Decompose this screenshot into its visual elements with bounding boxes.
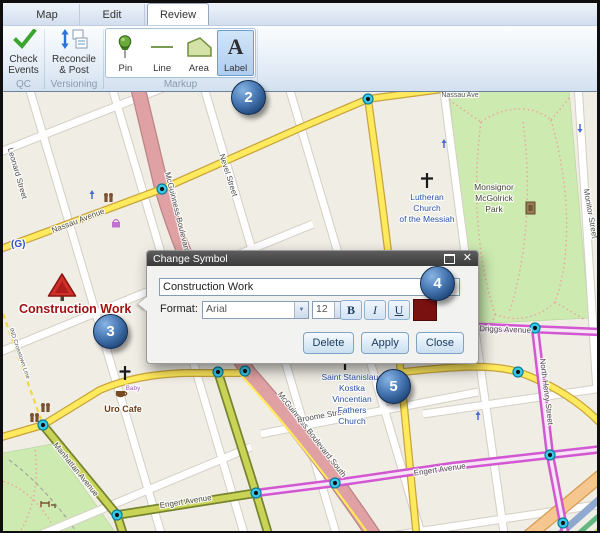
polygon-icon (184, 31, 214, 63)
line-tool-button[interactable]: Line (144, 30, 181, 76)
park-label: Park (485, 204, 503, 214)
poi-label: Church (413, 203, 441, 213)
label-text-input[interactable] (159, 278, 460, 296)
street-label: Nassau Ave (441, 92, 478, 99)
line-label: Line (153, 63, 171, 74)
tab-map[interactable]: Map (15, 4, 80, 25)
versioning-group-label: Versioning (51, 78, 98, 91)
close-icon[interactable]: ✕ (463, 253, 472, 264)
area-label: Area (189, 63, 209, 74)
check-events-label: Check Events (5, 55, 43, 76)
markup-group: Pin Line Area A Label (104, 26, 257, 91)
line-icon (148, 31, 176, 63)
callout-step-3: 3 (93, 314, 128, 349)
reconcile-post-label: Reconcile & Post (48, 55, 100, 76)
poi-label: Baby (126, 385, 142, 392)
poi-label: Fathers (338, 405, 367, 415)
apply-button[interactable]: Apply (361, 332, 409, 354)
poi-label: of the Messiah (399, 214, 455, 224)
tab-edit[interactable]: Edit (80, 4, 145, 25)
close-button[interactable]: Close (416, 332, 464, 354)
tab-review[interactable]: Review (147, 3, 209, 25)
poi-label: Church (338, 416, 366, 426)
dialog-pointer (138, 297, 147, 311)
pushpin-icon (113, 31, 137, 63)
format-label: Format: (160, 303, 198, 315)
font-family-value: Arial (203, 302, 294, 318)
ribbon: Map Edit Review Check Events QC (3, 3, 597, 91)
reconcile-post-button[interactable]: Reconcile & Post (48, 26, 100, 78)
street-label: Driggs Avenue (479, 324, 532, 335)
green-checkmark-icon (9, 29, 39, 54)
callout-step-4: 4 (420, 266, 455, 301)
poi-label: Kostka (339, 383, 365, 393)
bold-button[interactable]: B (340, 300, 362, 320)
text-color-swatch[interactable] (413, 299, 437, 321)
qc-group-label: QC (16, 78, 31, 91)
poi-label: Uro Cafe (104, 404, 142, 414)
markup-panel: Pin Line Area A Label (105, 28, 256, 78)
reconcile-versions-icon (58, 29, 90, 54)
underline-button[interactable]: U (388, 300, 410, 320)
letter-a-icon: A (228, 31, 244, 63)
font-size-value: 12 (313, 302, 334, 318)
poi-label: Saint Stanislaus (322, 372, 383, 382)
maximize-icon[interactable] (444, 254, 455, 264)
callout-step-2: 2 (231, 80, 266, 115)
delete-button[interactable]: Delete (303, 332, 355, 354)
dialog-title-bar: Change Symbol ✕ (147, 251, 478, 266)
check-events-button[interactable]: Check Events (5, 26, 43, 78)
label-label: Label (224, 63, 247, 74)
poi-label: Vincentian (332, 394, 372, 404)
group-separator (257, 29, 258, 89)
area-tool-button[interactable]: Area (181, 30, 218, 76)
label-tool-button[interactable]: A Label (217, 30, 254, 76)
font-family-select[interactable]: Arial ▼ (202, 301, 309, 319)
ribbon-tab-row: Map Edit Review (3, 3, 597, 26)
park-label: McGolrick (475, 193, 514, 203)
subway-station-label: (G) (11, 239, 25, 250)
versioning-group: Reconcile & Post Versioning (45, 26, 103, 91)
park-label: Monsignor (474, 182, 514, 192)
dialog-title: Change Symbol (153, 253, 444, 265)
markup-group-label: Markup (164, 78, 197, 91)
dialog-button-row: Delete Apply Close (303, 332, 464, 354)
poi-label: Lutheran (410, 192, 444, 202)
callout-step-5: 5 (376, 369, 411, 404)
pin-label: Pin (119, 63, 133, 74)
italic-button[interactable]: I (364, 300, 386, 320)
qc-group: Check Events QC (3, 26, 44, 91)
chevron-down-icon[interactable]: ▼ (294, 302, 308, 318)
pin-tool-button[interactable]: Pin (107, 30, 144, 76)
park-building-icon (526, 202, 535, 214)
ribbon-body: Check Events QC Reconcile (3, 26, 597, 92)
